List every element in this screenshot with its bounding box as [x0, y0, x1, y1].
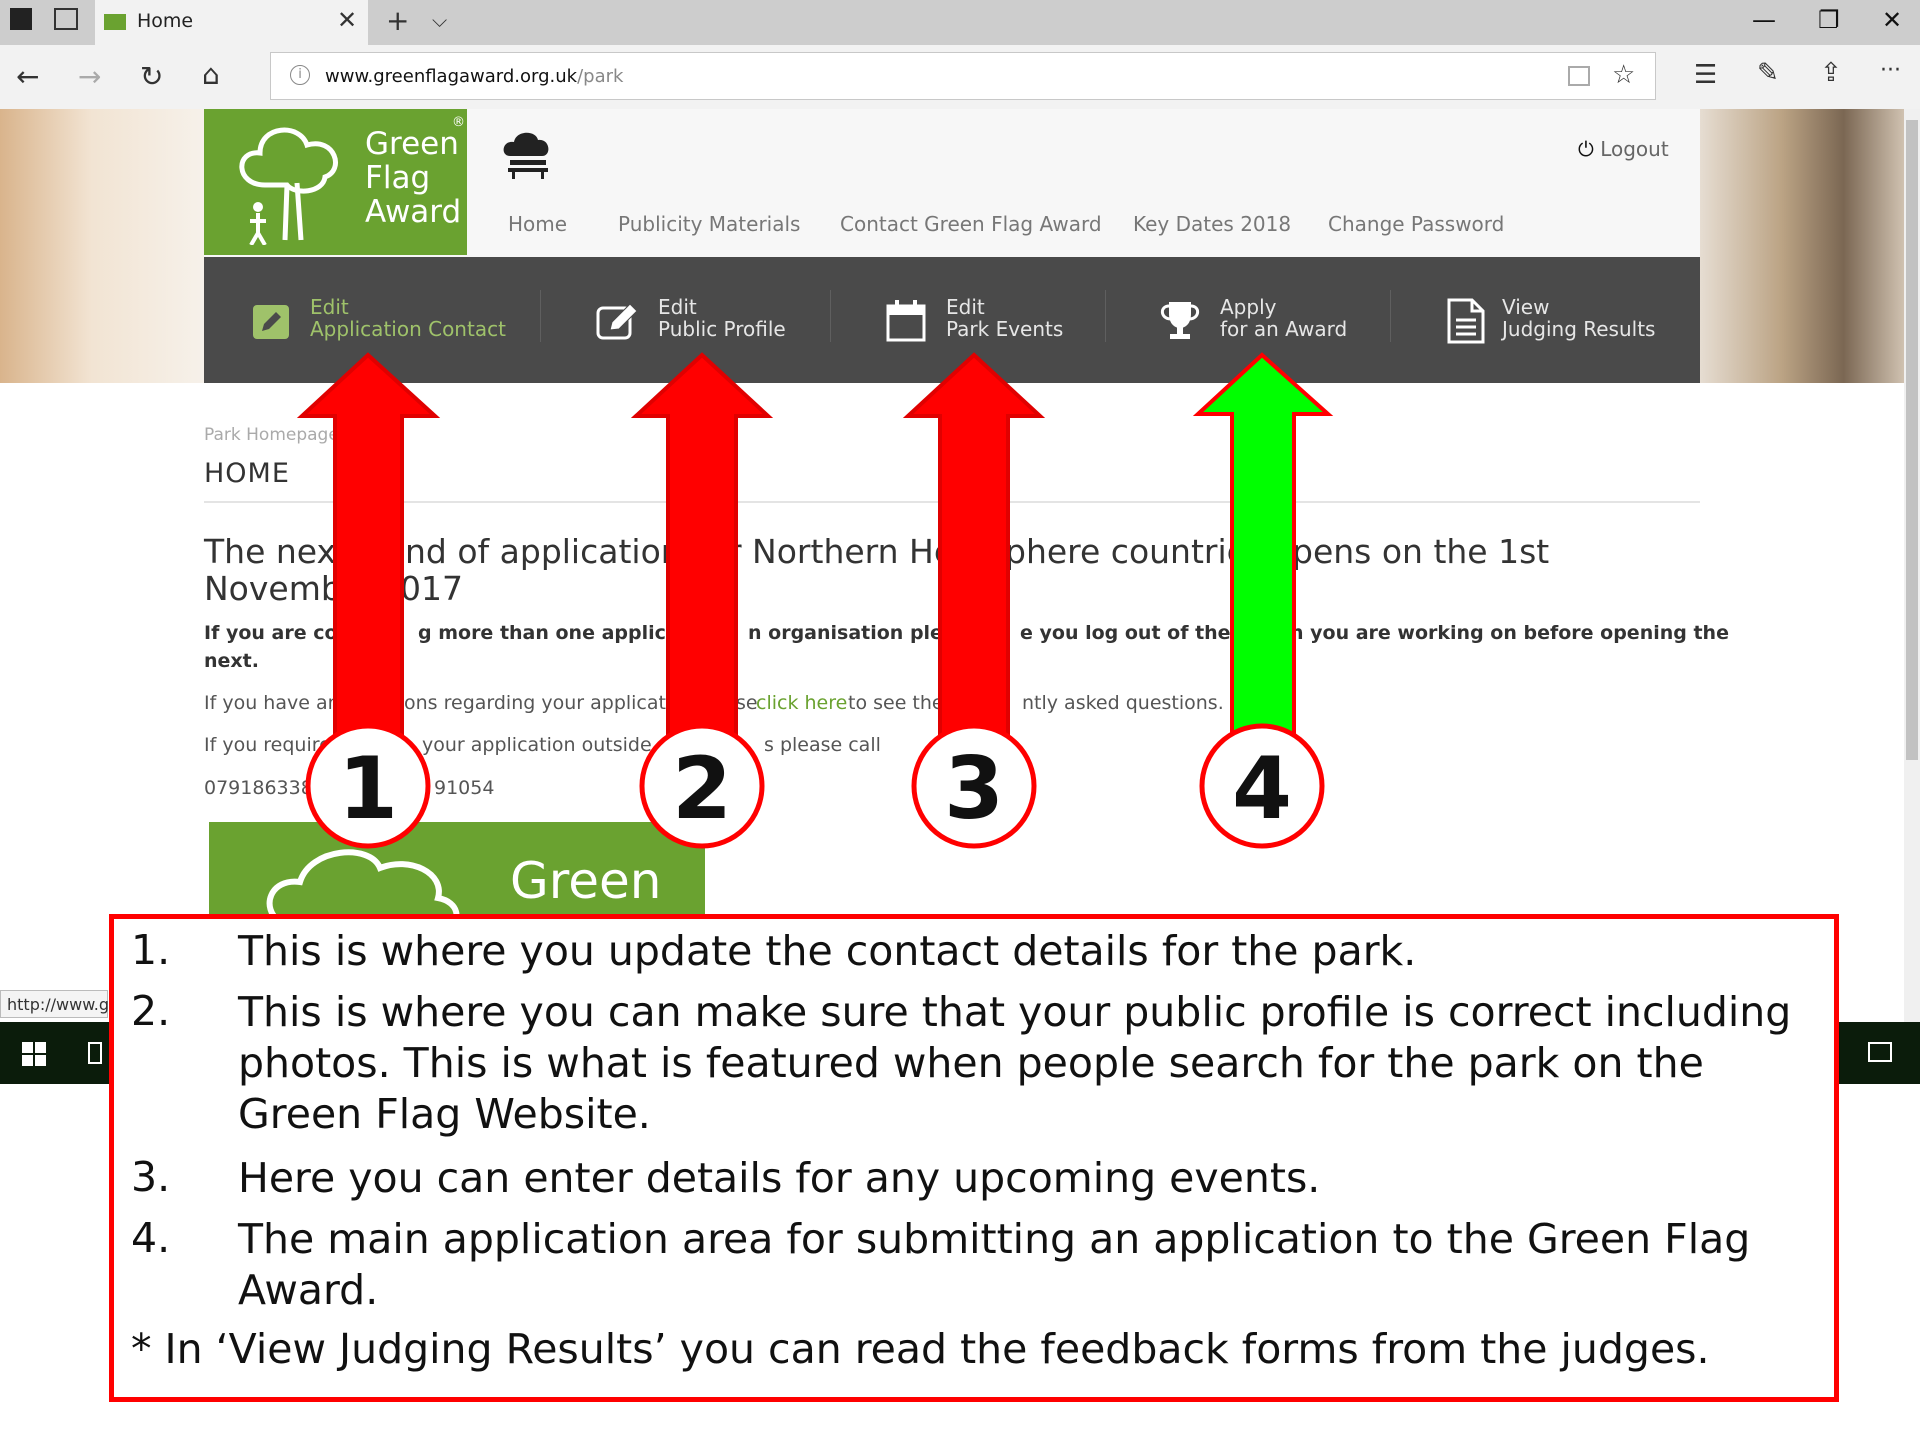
arrow-3: [902, 352, 1046, 782]
arrow-1: [296, 352, 441, 782]
callout-number: 3.: [131, 1153, 171, 1201]
callout-text: This is where you update the contact det…: [238, 927, 1417, 975]
arrow-4: [1192, 352, 1334, 782]
callout-note: * In ‘View Judging Results’ you can read…: [131, 1325, 1710, 1373]
badge-number: 3: [944, 739, 1004, 839]
arrow-2: [630, 352, 774, 782]
callout-number: 1.: [131, 926, 171, 974]
badge-number: 1: [338, 739, 398, 839]
badge-number: 2: [672, 739, 732, 839]
badge-number: 4: [1232, 739, 1292, 839]
callout-text: Here you can enter details for any upcom…: [238, 1154, 1321, 1202]
callout-number: 2.: [131, 987, 171, 1035]
callout-number: 4.: [131, 1214, 171, 1262]
callout-text: The main application area for submitting…: [238, 1215, 1751, 1314]
callout-text: This is where you can make sure that you…: [238, 988, 1792, 1138]
